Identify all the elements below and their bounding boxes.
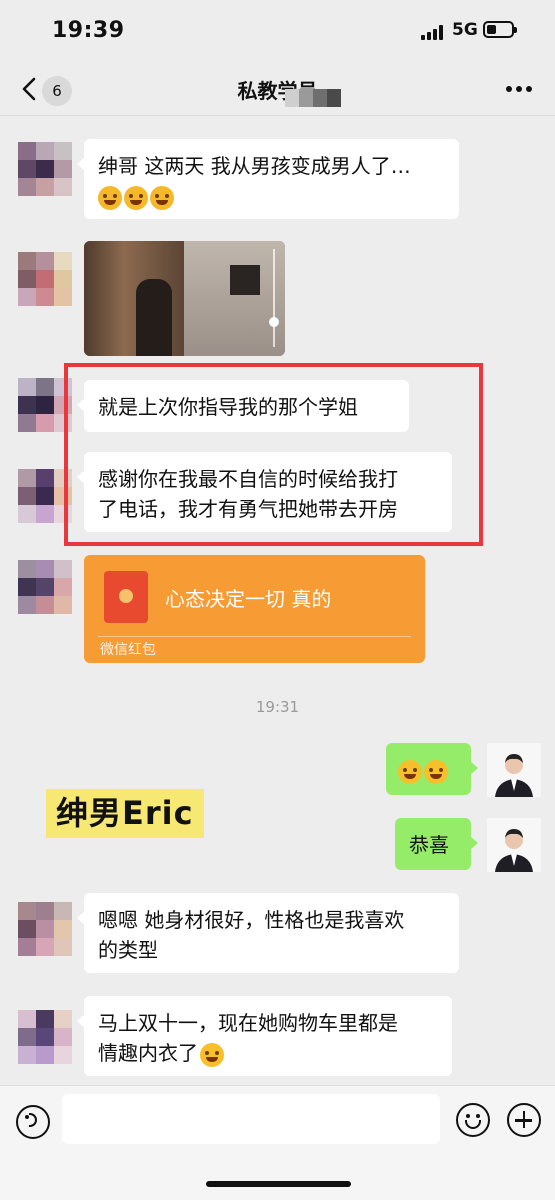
self-avatar-portrait xyxy=(487,743,541,797)
self-avatar[interactable] xyxy=(487,743,541,797)
face-tears-of-joy-icon xyxy=(150,185,174,210)
chat-header: 6 私教学员 xyxy=(0,62,555,116)
red-packet-divider xyxy=(98,636,411,637)
face-smirk-icon xyxy=(200,1042,224,1067)
more-options-icon[interactable] xyxy=(506,86,532,94)
contact-avatar[interactable] xyxy=(18,902,72,956)
message-bubble[interactable]: 马上双十一，现在她购物车里都是 情趣内衣了 xyxy=(77,996,452,1076)
chat-title: 私教学员 xyxy=(237,79,318,103)
status-time: 19:39 xyxy=(52,18,125,43)
photo-room xyxy=(184,241,285,356)
red-packet-message[interactable]: 心态决定一切 真的 微信红包 xyxy=(84,555,425,663)
face-hand-over-mouth-icon xyxy=(398,759,422,784)
message-bubble-self[interactable] xyxy=(386,743,478,795)
status-bar: 19:39 5G xyxy=(0,0,555,62)
self-avatar-portrait xyxy=(487,818,541,872)
message-text-line1: 嗯嗯 她身材很好，性格也是我喜欢 xyxy=(98,908,405,932)
emoji-icon[interactable] xyxy=(456,1103,490,1137)
self-avatar[interactable] xyxy=(487,818,541,872)
watermark-label: 绅男Eric xyxy=(46,789,204,838)
message-text: 恭喜 xyxy=(409,833,449,857)
message-bubble[interactable]: 嗯嗯 她身材很好，性格也是我喜欢 的类型 xyxy=(77,893,459,973)
face-tears-of-joy-icon xyxy=(98,185,122,210)
photo-slider-knob xyxy=(269,317,279,327)
contact-avatar[interactable] xyxy=(18,142,72,196)
network-label: 5G xyxy=(452,20,478,40)
voice-icon[interactable] xyxy=(16,1105,50,1139)
censored-name-blur xyxy=(285,89,343,107)
message-input[interactable] xyxy=(62,1094,440,1144)
face-tears-of-joy-icon xyxy=(124,185,148,210)
plus-icon[interactable] xyxy=(507,1103,541,1137)
message-timestamp: 19:31 xyxy=(255,698,300,716)
message-bubble-self[interactable]: 恭喜 xyxy=(395,818,478,870)
battery-icon xyxy=(483,21,517,38)
face-hand-over-mouth-icon xyxy=(424,759,448,784)
red-packet-icon xyxy=(104,571,148,623)
red-packet-text: 心态决定一切 真的 xyxy=(165,587,332,611)
contact-avatar[interactable] xyxy=(18,252,72,306)
signal-icon xyxy=(421,24,447,40)
red-packet-label: 微信红包 xyxy=(100,642,156,658)
highlight-box xyxy=(64,363,483,546)
contact-avatar[interactable] xyxy=(18,1010,72,1064)
contact-avatar[interactable] xyxy=(18,560,72,614)
message-bubble[interactable]: 绅哥 这两天 我从男孩变成男人了… xyxy=(77,139,459,219)
message-text-line2: 的类型 xyxy=(98,938,158,962)
chat-photo[interactable] xyxy=(84,241,285,356)
photo-tv xyxy=(230,265,260,295)
message-text-line2: 情趣内衣了 xyxy=(98,1041,198,1065)
photo-slider-track xyxy=(273,249,275,347)
message-text-line1: 马上双十一，现在她购物车里都是 xyxy=(98,1011,398,1035)
message-text: 绅哥 这两天 我从男孩变成男人了… xyxy=(98,154,411,178)
home-indicator xyxy=(206,1181,351,1187)
photo-figure xyxy=(136,279,172,356)
